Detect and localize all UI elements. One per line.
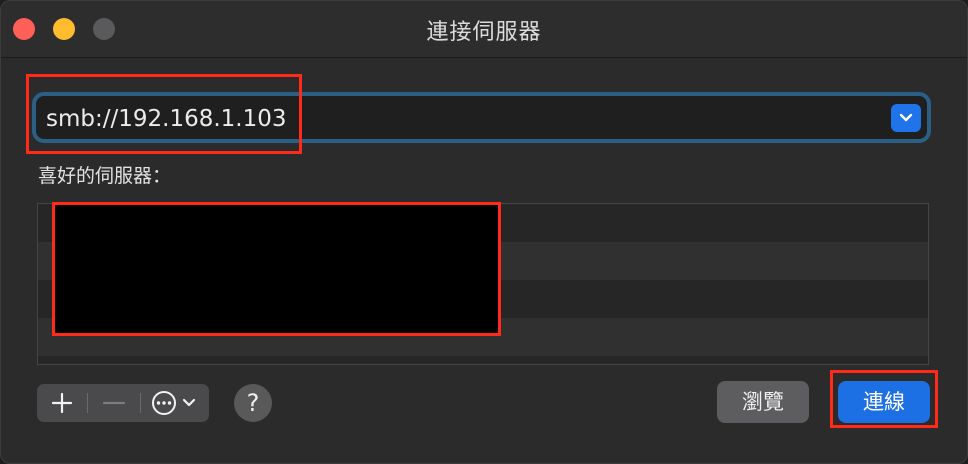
more-actions-menu-button[interactable] — [141, 384, 209, 422]
redacted-area — [54, 204, 499, 334]
help-button[interactable]: ? — [234, 384, 272, 422]
favorite-servers-label: 喜好的伺服器： — [38, 165, 172, 187]
minus-icon — [102, 401, 126, 405]
connect-to-server-window: 連接伺服器 喜好的伺服器： — [0, 0, 968, 464]
server-address-combobox — [32, 92, 931, 143]
recent-servers-dropdown-button[interactable] — [891, 104, 921, 132]
add-server-button[interactable] — [37, 384, 87, 422]
server-address-input[interactable] — [44, 96, 888, 141]
ellipsis-circle-icon — [152, 391, 196, 415]
browse-button[interactable]: 瀏覽 — [717, 381, 809, 423]
title-bar: 連接伺服器 — [1, 1, 967, 58]
plus-icon — [51, 392, 73, 414]
list-actions-segmented-control — [37, 384, 209, 422]
window-title: 連接伺服器 — [426, 20, 542, 45]
connect-button[interactable]: 連線 — [838, 381, 930, 423]
remove-server-button[interactable] — [88, 384, 140, 422]
chevron-down-icon — [899, 113, 913, 122]
